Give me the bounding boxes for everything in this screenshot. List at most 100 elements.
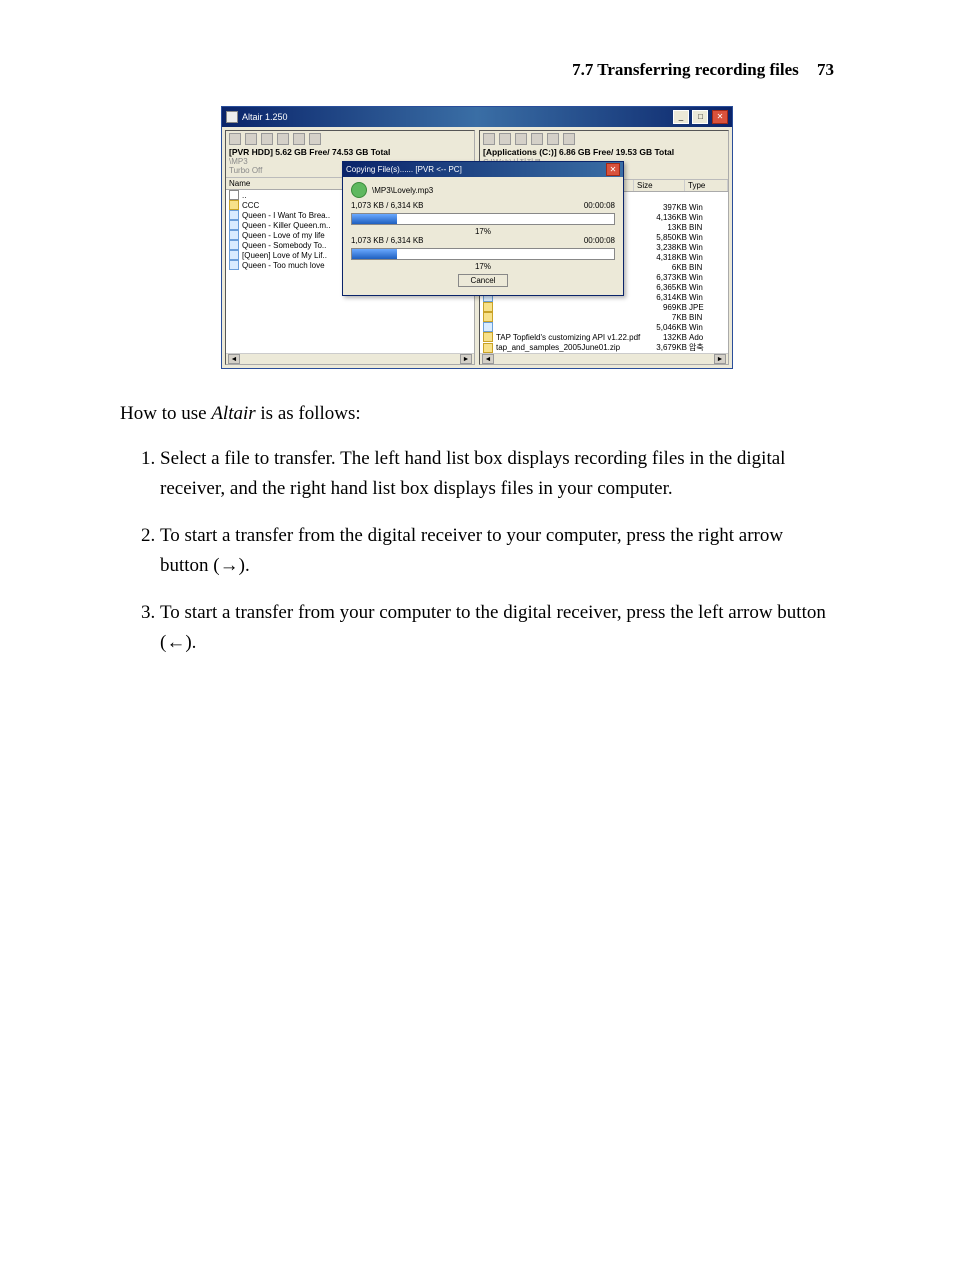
close-icon[interactable]: ✕ — [606, 163, 620, 176]
file-type: 압축 — [689, 342, 725, 353]
file-icon — [483, 343, 493, 353]
file-size: 7KB — [643, 313, 689, 322]
copy-bytes: 1,073 KB / 6,314 KB — [351, 201, 424, 210]
step-2-text-b: ). — [239, 555, 250, 576]
toolbar-icon[interactable] — [309, 133, 321, 145]
file-size: 3,679KB — [643, 343, 689, 352]
file-size: 4,318KB — [643, 253, 689, 262]
step-3-text-b: ). — [185, 632, 196, 653]
col-type[interactable]: Type — [685, 180, 728, 191]
cancel-button[interactable]: Cancel — [458, 274, 509, 287]
file-type: Win — [689, 323, 725, 332]
right-storage-label: [Applications (C:)] 6.86 GB Free/ 19.53 … — [483, 147, 725, 157]
file-icon — [483, 302, 493, 312]
step-1-text: Select a file to transfer. The left hand… — [160, 448, 785, 498]
copy-bytes-total: 1,073 KB / 6,314 KB — [351, 236, 424, 245]
list-item[interactable]: 5,046KBWin — [480, 322, 728, 332]
audio-icon — [229, 220, 239, 230]
file-type: Win — [689, 243, 725, 252]
list-item[interactable]: tap_and_samples_2005June01.zip3,679KB압축 — [480, 342, 728, 353]
window-titlebar: Altair 1.250 _ □ ✕ — [222, 107, 732, 127]
file-name: TAP Topfield's customizing API v1.22.pdf — [496, 333, 643, 342]
section-title: 7.7 Transferring recording files — [572, 60, 799, 79]
page-number: 73 — [817, 60, 834, 79]
scroll-left-icon[interactable]: ◄ — [482, 354, 494, 364]
list-item[interactable]: 7KBBIN — [480, 312, 728, 322]
step-1: Select a file to transfer. The left hand… — [160, 444, 834, 503]
audio-icon — [229, 210, 239, 220]
intro-paragraph: How to use Altair is as follows: — [120, 399, 834, 428]
file-size: 132KB — [643, 333, 689, 342]
file-type: Win — [689, 283, 725, 292]
toolbar-icon[interactable] — [515, 133, 527, 145]
left-scrollbar[interactable]: ◄ ► — [226, 353, 474, 364]
toolbar-icon[interactable] — [245, 133, 257, 145]
file-size: 397KB — [643, 203, 689, 212]
audio-icon — [229, 250, 239, 260]
file-size: 6,365KB — [643, 283, 689, 292]
window-title: Altair 1.250 — [242, 112, 288, 122]
file-type: BIN — [689, 263, 725, 272]
toolbar-icon[interactable] — [499, 133, 511, 145]
intro-suffix: is as follows: — [256, 403, 361, 424]
toolbar-icon[interactable] — [547, 133, 559, 145]
file-size: 4,136KB — [643, 213, 689, 222]
file-type: Win — [689, 273, 725, 282]
app-name-italic: Altair — [211, 403, 255, 424]
copying-file-name: \MP3\Lovely.mp3 — [372, 186, 433, 195]
right-arrow-glyph: → — [220, 555, 239, 576]
toolbar-icon[interactable] — [293, 133, 305, 145]
step-3-text-a: To start a transfer from your computer t… — [160, 602, 826, 652]
file-type: JPE — [689, 303, 725, 312]
minimize-button[interactable]: _ — [673, 110, 689, 124]
file-type: Win — [689, 213, 725, 222]
file-size: 6,314KB — [643, 293, 689, 302]
file-type: Ado — [689, 333, 725, 342]
list-item[interactable]: 969KBJPE — [480, 302, 728, 312]
file-type: BIN — [689, 223, 725, 232]
close-button[interactable]: ✕ — [712, 110, 728, 124]
toolbar-icon[interactable] — [563, 133, 575, 145]
scroll-right-icon[interactable]: ► — [460, 354, 472, 364]
intro-prefix: How to use — [120, 403, 211, 424]
copy-dialog-title: Copying File(s)...... [PVR <-- PC] — [346, 165, 462, 174]
toolbar-icon[interactable] — [229, 133, 241, 145]
audio-icon — [229, 230, 239, 240]
step-2-text-a: To start a transfer from the digital rec… — [160, 525, 783, 575]
scroll-left-icon[interactable]: ◄ — [228, 354, 240, 364]
copy-time: 00:00:08 — [584, 201, 615, 210]
col-name[interactable]: Name — [226, 178, 343, 189]
file-name: tap_and_samples_2005June01.zip — [496, 343, 643, 352]
disk-icon — [351, 182, 367, 198]
copy-time-total: 00:00:08 — [584, 236, 615, 245]
running-header: 7.7 Transferring recording files 73 — [80, 60, 834, 80]
file-icon — [483, 312, 493, 322]
audio-icon — [229, 260, 239, 270]
list-item[interactable]: TAP Topfield's customizing API v1.22.pdf… — [480, 332, 728, 342]
folder-icon — [229, 200, 239, 210]
scroll-right-icon[interactable]: ► — [714, 354, 726, 364]
altair-window: Altair 1.250 _ □ ✕ — [221, 106, 733, 369]
file-size: 13KB — [643, 223, 689, 232]
right-scrollbar[interactable]: ◄ ► — [480, 353, 728, 364]
toolbar-icon[interactable] — [261, 133, 273, 145]
step-3: To start a transfer from your computer t… — [160, 598, 834, 657]
toolbar-icon[interactable] — [483, 133, 495, 145]
col-size[interactable]: Size — [634, 180, 685, 191]
copy-dialog: Copying File(s)...... [PVR <-- PC] ✕ \MP… — [342, 161, 624, 296]
progress-bar-file — [351, 213, 615, 225]
copy-percent-total: 17% — [351, 262, 615, 271]
audio-icon — [229, 240, 239, 250]
file-type: Win — [689, 253, 725, 262]
file-size: 969KB — [643, 303, 689, 312]
toolbar-icon[interactable] — [277, 133, 289, 145]
file-type: Win — [689, 293, 725, 302]
maximize-button[interactable]: □ — [692, 110, 708, 124]
file-size: 5,850KB — [643, 233, 689, 242]
left-storage-label: [PVR HDD] 5.62 GB Free/ 74.53 GB Total — [229, 147, 471, 157]
file-type: Win — [689, 203, 725, 212]
app-icon — [226, 111, 238, 123]
toolbar-icon[interactable] — [531, 133, 543, 145]
step-2: To start a transfer from the digital rec… — [160, 521, 834, 580]
file-icon — [483, 332, 493, 342]
